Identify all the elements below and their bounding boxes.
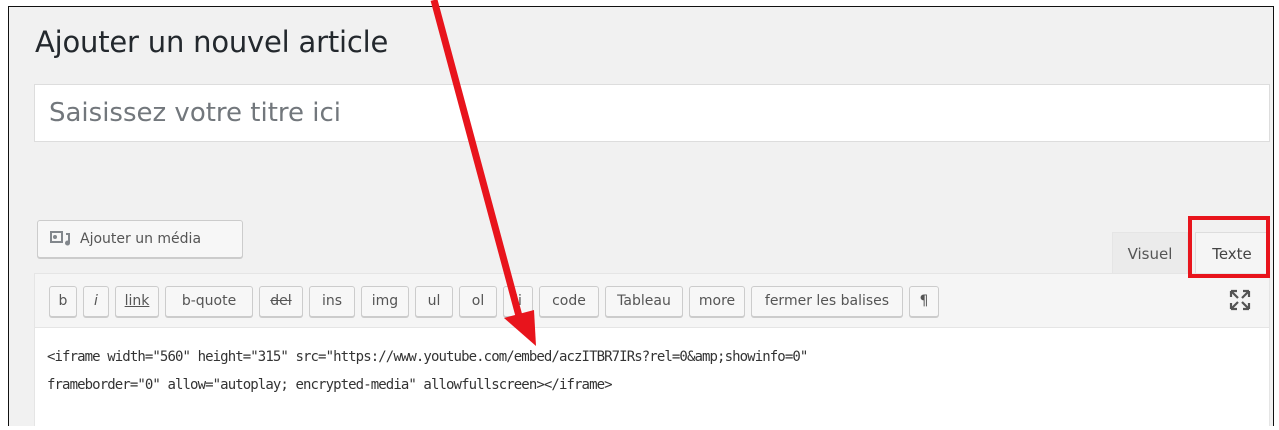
code-button[interactable]: code [539, 286, 599, 317]
blockquote-button[interactable]: b-quote [165, 286, 253, 317]
texte-tab-highlight [1188, 216, 1270, 278]
bold-button[interactable]: b [49, 286, 77, 317]
media-icon [50, 231, 71, 246]
fullscreen-icon[interactable] [1229, 289, 1251, 311]
ins-button[interactable]: ins [309, 286, 355, 317]
tableau-button[interactable]: Tableau [605, 286, 683, 317]
close-tags-button[interactable]: fermer les balises [751, 286, 903, 317]
post-title-input[interactable]: Saisissez votre titre ici [34, 84, 1270, 142]
img-button[interactable]: img [361, 286, 409, 317]
ol-button[interactable]: ol [459, 286, 497, 317]
del-button[interactable]: del [259, 286, 303, 317]
link-button[interactable]: link [115, 286, 159, 317]
editor-frame: Ajouter un nouvel article Saisissez votr… [8, 6, 1274, 426]
code-line-1: <iframe width="560" height="315" src="ht… [47, 349, 808, 365]
page-title: Ajouter un nouvel article [35, 25, 389, 59]
italic-button[interactable]: i [83, 286, 109, 317]
code-editor-textarea[interactable]: <iframe width="560" height="315" src="ht… [34, 327, 1270, 426]
quicktags-toolbar: b i link b-quote del ins img ul ol li co… [34, 273, 1270, 328]
code-line-2: frameborder="0" allow="autoplay; encrypt… [47, 377, 613, 393]
tab-visual[interactable]: Visuel [1112, 232, 1188, 274]
more-button[interactable]: more [689, 286, 745, 317]
add-media-button[interactable]: Ajouter un média [37, 220, 243, 258]
paragraph-button[interactable]: ¶ [909, 286, 939, 317]
ul-button[interactable]: ul [415, 286, 453, 317]
li-button[interactable]: li [503, 286, 533, 317]
add-media-label: Ajouter un média [80, 231, 202, 247]
